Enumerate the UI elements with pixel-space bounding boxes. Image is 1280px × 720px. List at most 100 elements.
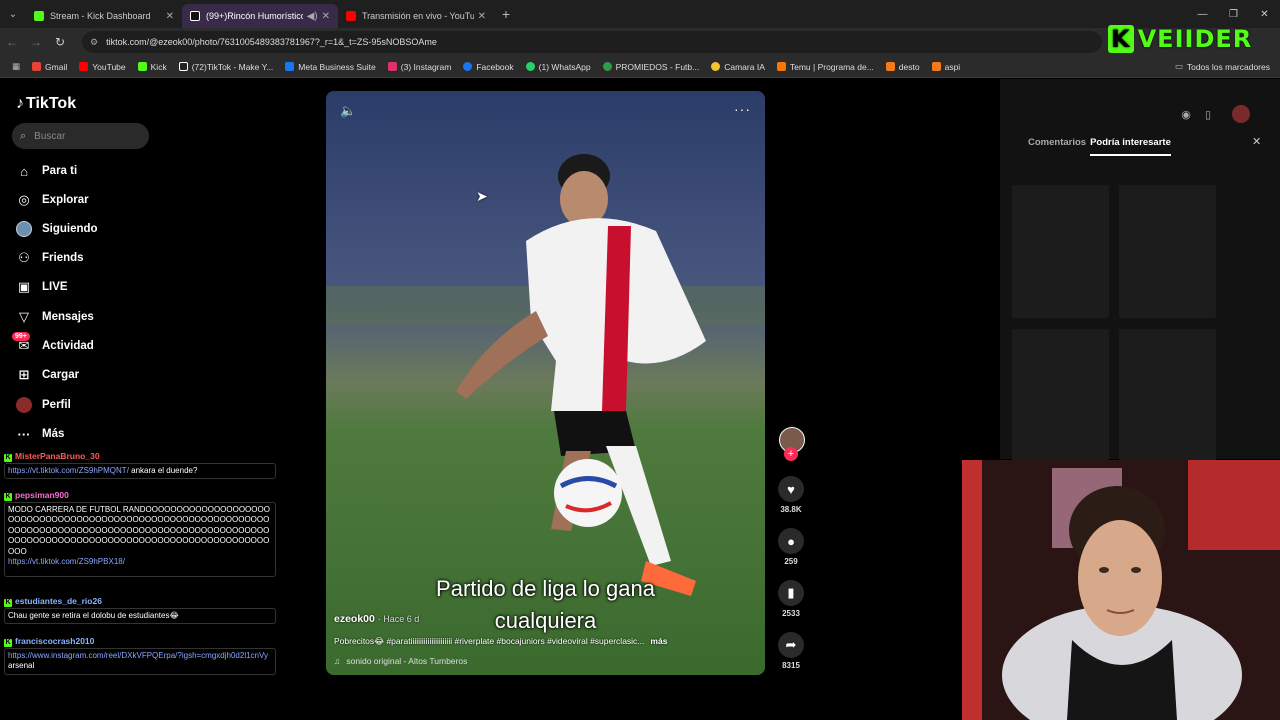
tab-label: Transmisión en vivo - YouTube [362, 11, 474, 21]
video-player[interactable]: 🔈 ··· Partido de liga lo gana cualquiera… [326, 91, 765, 675]
tiktok-note-icon: ♪ [16, 95, 24, 112]
tab-close-icon[interactable]: ✕ [478, 11, 486, 22]
nav-label: Siguiendo [42, 223, 98, 235]
search-placeholder: Buscar [34, 130, 66, 142]
device-icon[interactable]: ▯ [1199, 105, 1217, 123]
nav-mas[interactable]: ··· Más [16, 426, 65, 442]
browser-tab-strip: ⌄ Stream - Kick Dashboard ✕ (99+)Rincón … [0, 0, 1280, 28]
nav-live[interactable]: ▣ LIVE [16, 279, 68, 295]
video-more-options-icon[interactable]: ··· [734, 101, 751, 117]
forward-arrow-icon[interactable]: → [24, 35, 48, 49]
new-tab-button[interactable]: + [494, 6, 518, 22]
video-author[interactable]: ezeok00 · Hace 6 d [334, 613, 419, 625]
tab-label: (99+)Rincón Humorístico d [206, 11, 303, 21]
kick-icon [137, 62, 147, 71]
nav-perfil[interactable]: Perfil [16, 397, 71, 413]
suggested-video-placeholder[interactable] [1012, 329, 1109, 462]
bookmark-label: Camara IA [724, 61, 765, 72]
promiedos-icon [602, 62, 612, 71]
tab-podria-interesarte[interactable]: Podría interesarte [1090, 137, 1171, 156]
nav-cargar[interactable]: ⊞ Cargar [16, 367, 80, 383]
bookmark-label: Meta Business Suite [298, 61, 376, 72]
bookmark-desto[interactable]: desto [885, 62, 920, 72]
home-icon: ⌂ [20, 163, 28, 179]
more-link[interactable]: más [650, 636, 667, 646]
kick-badge-icon: K [4, 639, 12, 647]
panel-tabs: Comentarios Podría interesarte [1028, 137, 1175, 156]
nav-label: Cargar [42, 369, 80, 381]
music-note-icon: ♫ [334, 656, 341, 666]
chat-username: pepsiman900 [15, 490, 69, 500]
tab-comentarios[interactable]: Comentarios [1028, 137, 1086, 156]
suggested-video-placeholder[interactable] [1012, 185, 1109, 318]
nav-actividad[interactable]: ✉ 99+ Actividad [12, 332, 94, 354]
url-bar[interactable]: ⚙ tiktok.com/@ezeok00/photo/763100548938… [82, 31, 1102, 53]
temu-icon [776, 62, 786, 71]
whatsapp-icon [525, 62, 535, 71]
tab-audio-icon[interactable]: ◀) [307, 11, 318, 22]
all-bookmarks[interactable]: ▭ Todos los marcadores [1175, 61, 1270, 72]
apps-grid-icon[interactable]: ▦ [12, 61, 20, 72]
bookmark-tiktok[interactable]: (72)TikTok - Make Y... [178, 61, 274, 72]
browser-tab-kick[interactable]: Stream - Kick Dashboard ✕ [26, 4, 182, 28]
nav-friends[interactable]: ⚇ Friends [16, 250, 83, 266]
tab-close-icon[interactable]: ✕ [166, 11, 174, 22]
bookmark-meta[interactable]: Meta Business Suite [285, 61, 376, 72]
tiktok-favicon-icon [190, 11, 200, 21]
chat-message: Kpepsiman900 MODO CARRERA DE FUTBOL RAND… [4, 490, 276, 577]
bookmark-label: (3) Instagram [400, 61, 452, 72]
follow-plus-icon[interactable]: + [784, 447, 798, 461]
bookmark-gmail[interactable]: Gmail [32, 62, 67, 72]
nav-explorar[interactable]: ◎ Explorar [16, 192, 88, 208]
browser-tab-tiktok[interactable]: (99+)Rincón Humorístico d ◀) ✕ [182, 4, 338, 28]
profile-icon [16, 397, 32, 413]
bookmark-temu[interactable]: Temu | Programa de... [776, 62, 874, 72]
reload-icon[interactable]: ↻ [48, 35, 72, 49]
coin-icon[interactable]: ◉ [1177, 105, 1195, 123]
nav-para-ti[interactable]: ⌂ Para ti [16, 163, 77, 179]
bookmark-kick[interactable]: Kick [137, 61, 167, 72]
volume-icon[interactable]: 🔈 [340, 103, 356, 119]
save-button[interactable]: ▮ 2533 [776, 580, 806, 618]
video-music[interactable]: ♫ sonido original - Altos Tumberos [334, 656, 467, 666]
share-button[interactable]: ➦ 8315 [776, 632, 806, 670]
kick-badge-icon: K [4, 454, 12, 462]
bookmark-icon: ▮ [778, 580, 804, 606]
bookmark-label: Facebook [476, 61, 514, 72]
search-input[interactable]: ⌕ Buscar [12, 123, 149, 149]
like-button[interactable]: ♥ 38.8K [776, 476, 806, 514]
chat-message: K MisterPanaBruno_30 https://vt.tiktok.co… [4, 451, 276, 479]
caption-line-1: Partido de liga lo gana [436, 576, 655, 601]
bookmark-instagram[interactable]: (3) Instagram [387, 61, 452, 72]
comment-button[interactable]: ● 259 [776, 528, 806, 566]
save-count: 2533 [782, 609, 800, 618]
nav-mensajes[interactable]: ▽ Mensajes [16, 309, 94, 325]
user-avatar[interactable] [1232, 105, 1250, 123]
heart-icon: ♥ [778, 476, 804, 502]
share-count: 8315 [782, 661, 800, 670]
bookmark-whatsapp[interactable]: (1) WhatsApp [525, 62, 591, 72]
post-age: · Hace 6 d [377, 614, 420, 624]
close-panel-icon[interactable]: ✕ [1252, 135, 1261, 148]
tiktok-logo[interactable]: ♪ TikTok [16, 95, 76, 113]
tiktok-brand: TikTok [26, 95, 77, 112]
suggested-video-placeholder[interactable] [1119, 329, 1216, 462]
bookmark-aspi[interactable]: aspi [931, 62, 960, 72]
site-info-icon[interactable]: ⚙ [90, 37, 98, 48]
bookmark-label: Kick [150, 61, 167, 72]
browser-tab-youtube[interactable]: Transmisión en vivo - YouTube ✕ [338, 4, 494, 28]
tab-search-chevron-icon[interactable]: ⌄ [0, 0, 26, 28]
bookmark-facebook[interactable]: Facebook [463, 61, 514, 72]
nav-siguiendo[interactable]: Siguiendo [16, 221, 98, 237]
tab-close-icon[interactable]: ✕ [322, 11, 330, 22]
nav-label: Para ti [42, 165, 78, 177]
bookmark-camara[interactable]: Camara IA [711, 62, 765, 72]
bookmark-youtube[interactable]: YouTube [79, 62, 126, 72]
suggested-video-placeholder[interactable] [1119, 185, 1216, 318]
aspi-icon [931, 62, 941, 71]
back-arrow-icon[interactable]: ← [0, 35, 24, 49]
bookmark-promiedos[interactable]: PROMIEDOS - Futb... [602, 62, 699, 72]
close-window-icon[interactable]: ✕ [1249, 0, 1280, 28]
bookmark-label: (72)TikTok - Make Y... [191, 61, 274, 72]
kick-favicon-icon [34, 11, 44, 21]
